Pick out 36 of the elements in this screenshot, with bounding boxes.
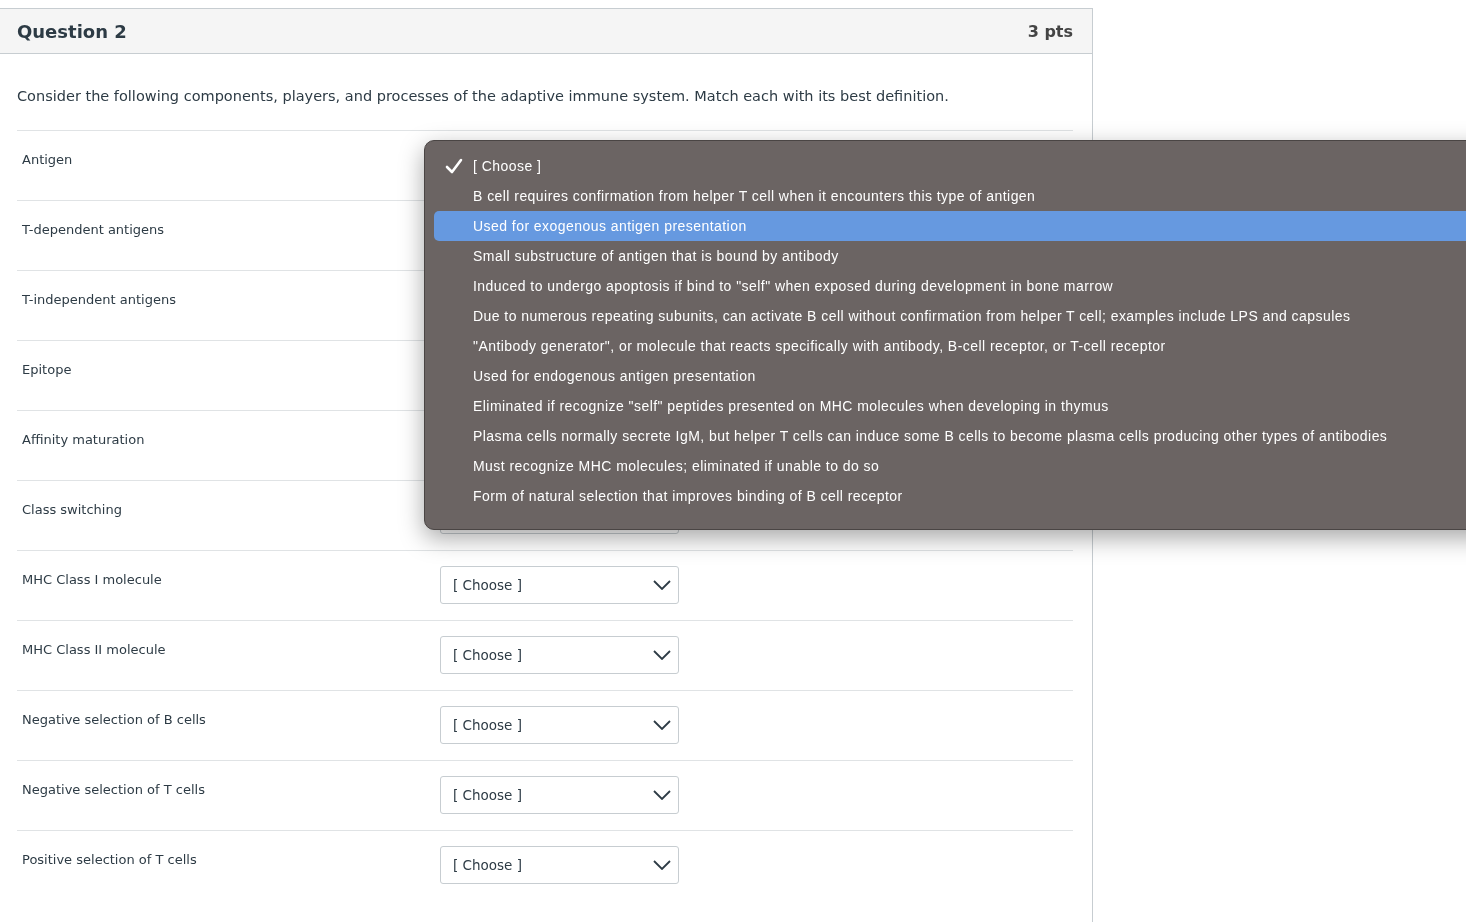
match-term: T-independent antigens — [22, 292, 176, 307]
dropdown-option[interactable]: B cell requires confirmation from helper T cell when it encounters this type of antigen — [434, 181, 1466, 211]
chevron-down-icon — [653, 650, 671, 660]
points-label: 3 pts — [1027, 21, 1073, 41]
chevron-down-icon — [653, 720, 671, 730]
chevron-down-icon — [653, 580, 671, 590]
match-term: T-dependent antigens — [22, 222, 165, 237]
answer-select[interactable]: [ Choose ] — [440, 636, 679, 674]
dropdown-option[interactable]: "Antibody generator", or molecule that reacts specifically with antibody, B-cell receptor, or T-cell receptor — [434, 331, 1466, 361]
match-term: MHC Class II molecule — [22, 642, 166, 657]
match-term: Negative selection of B cells — [22, 712, 206, 727]
match-term: Epitope — [22, 362, 72, 377]
dropdown-option[interactable]: [ Choose ] — [434, 151, 1466, 181]
answer-select[interactable]: [ Choose ] — [440, 776, 679, 814]
match-term: Negative selection of T cells — [22, 782, 205, 797]
dropdown-option[interactable]: Induced to undergo apoptosis if bind to "self" when exposed during development in bone marrow — [434, 271, 1466, 301]
dropdown-option[interactable]: Form of natural selection that improves binding of B cell receptor — [434, 481, 1466, 511]
match-term: Class switching — [22, 502, 122, 517]
dropdown-option[interactable]: Due to numerous repeating subunits, can activate B cell without confirmation from helper T cell; examples include LPS and capsules — [434, 301, 1466, 331]
dropdown-option[interactable]: Eliminated if recognize "self" peptides presented on MHC molecules when developing in thymus — [434, 391, 1466, 421]
dropdown-option[interactable]: Plasma cells normally secrete IgM, but helper T cells can induce some B cells to become plasma cells producing other types of antibodies — [434, 421, 1466, 451]
question-title: Question 2 — [17, 20, 127, 42]
answer-select[interactable]: [ Choose ] — [440, 846, 679, 884]
dropdown-option[interactable]: Used for exogenous antigen presentation — [434, 211, 1466, 241]
dropdown-option[interactable]: Used for endogenous antigen presentation — [434, 361, 1466, 391]
dropdown-option[interactable]: Small substructure of antigen that is bound by antibody — [434, 241, 1466, 271]
chevron-down-icon — [653, 790, 671, 800]
answer-select[interactable]: [ Choose ] — [440, 566, 679, 604]
match-term: Antigen — [22, 152, 73, 167]
question-prompt: Consider the following components, players, and processes of the adaptive immune system. Match each with its best definition. — [17, 88, 950, 104]
answer-select[interactable]: [ Choose ] — [440, 706, 679, 744]
match-term: Affinity maturation — [22, 432, 145, 447]
dropdown-option[interactable]: Must recognize MHC molecules; eliminated if unable to do so — [434, 451, 1466, 481]
match-term: Positive selection of T cells — [22, 852, 197, 867]
match-term: MHC Class I molecule — [22, 572, 162, 587]
chevron-down-icon — [653, 860, 671, 870]
